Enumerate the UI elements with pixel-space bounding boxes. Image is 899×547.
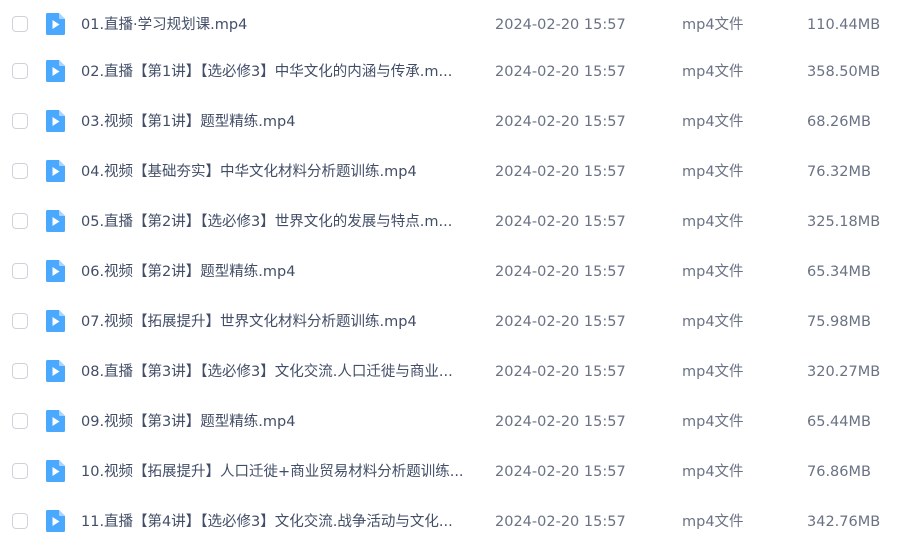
file-name[interactable]: 07.视频【拓展提升】世界文化材料分析题训练.mp4 bbox=[81, 297, 481, 347]
file-date: 2024-02-20 15:57 bbox=[495, 114, 626, 130]
file-date: 2024-02-20 15:57 bbox=[495, 364, 626, 380]
file-name[interactable]: 09.视频【第3讲】题型精练.mp4 bbox=[81, 397, 481, 447]
video-file-icon bbox=[43, 12, 67, 36]
file-size: 76.86MB bbox=[807, 464, 871, 480]
file-name[interactable]: 06.视频【第2讲】题型精练.mp4 bbox=[81, 247, 481, 297]
file-size: 325.18MB bbox=[807, 214, 881, 230]
file-row[interactable]: 07.视频【拓展提升】世界文化材料分析题训练.mp4 2024-02-20 15… bbox=[0, 297, 899, 347]
file-date: 2024-02-20 15:57 bbox=[495, 17, 626, 33]
file-type: mp4文件 bbox=[682, 17, 744, 33]
file-row[interactable]: 11.直播【第4讲】【选必修3】文化交流.战争活动与文化... 2024-02-… bbox=[0, 497, 899, 547]
video-file-icon bbox=[43, 459, 67, 483]
file-size: 65.34MB bbox=[807, 264, 871, 280]
file-list: 01.直播·学习规划课.mp4 2024-02-20 15:57 mp4文件 1… bbox=[0, 0, 899, 546]
file-name[interactable]: 10.视频【拓展提升】人口迁徙+商业贸易材料分析题训练... bbox=[81, 447, 481, 497]
file-date: 2024-02-20 15:57 bbox=[495, 64, 626, 80]
file-date: 2024-02-20 15:57 bbox=[495, 414, 626, 430]
file-size: 65.44MB bbox=[807, 414, 871, 430]
file-size: 342.76MB bbox=[807, 514, 881, 530]
video-file-icon bbox=[43, 209, 67, 233]
file-row[interactable]: 08.直播【第3讲】【选必修3】文化交流.人口迁徙与商业... 2024-02-… bbox=[0, 347, 899, 397]
file-type: mp4文件 bbox=[682, 264, 744, 280]
file-row[interactable]: 03.视频【第1讲】题型精练.mp4 2024-02-20 15:57 mp4文… bbox=[0, 97, 899, 147]
file-type: mp4文件 bbox=[682, 464, 744, 480]
file-row[interactable]: 05.直播【第2讲】【选必修3】世界文化的发展与特点.m... 2024-02-… bbox=[0, 197, 899, 247]
file-date: 2024-02-20 15:57 bbox=[495, 464, 626, 480]
file-name[interactable]: 04.视频【基础夯实】中华文化材料分析题训练.mp4 bbox=[81, 147, 481, 197]
file-name[interactable]: 01.直播·学习规划课.mp4 bbox=[81, 0, 481, 50]
row-checkbox[interactable] bbox=[12, 163, 28, 179]
file-type: mp4文件 bbox=[682, 514, 744, 530]
video-file-icon bbox=[43, 159, 67, 183]
file-row[interactable]: 02.直播【第1讲】【选必修3】中华文化的内涵与传承.m... 2024-02-… bbox=[0, 47, 899, 97]
row-checkbox[interactable] bbox=[12, 213, 28, 229]
file-date: 2024-02-20 15:57 bbox=[495, 514, 626, 530]
video-file-icon bbox=[43, 109, 67, 133]
row-checkbox[interactable] bbox=[12, 263, 28, 279]
file-type: mp4文件 bbox=[682, 64, 744, 80]
row-checkbox[interactable] bbox=[12, 363, 28, 379]
file-size: 110.44MB bbox=[807, 17, 881, 33]
row-checkbox[interactable] bbox=[12, 413, 28, 429]
row-checkbox[interactable] bbox=[12, 463, 28, 479]
video-file-icon bbox=[43, 359, 67, 383]
file-type: mp4文件 bbox=[682, 114, 744, 130]
video-file-icon bbox=[43, 59, 67, 83]
row-checkbox[interactable] bbox=[12, 513, 28, 529]
video-file-icon bbox=[43, 409, 67, 433]
file-name[interactable]: 11.直播【第4讲】【选必修3】文化交流.战争活动与文化... bbox=[81, 497, 481, 547]
video-file-icon bbox=[43, 309, 67, 333]
file-size: 358.50MB bbox=[807, 64, 881, 80]
row-checkbox[interactable] bbox=[12, 16, 28, 32]
file-row[interactable]: 09.视频【第3讲】题型精练.mp4 2024-02-20 15:57 mp4文… bbox=[0, 397, 899, 447]
file-date: 2024-02-20 15:57 bbox=[495, 214, 626, 230]
file-row[interactable]: 01.直播·学习规划课.mp4 2024-02-20 15:57 mp4文件 1… bbox=[0, 0, 899, 50]
row-checkbox[interactable] bbox=[12, 63, 28, 79]
file-size: 320.27MB bbox=[807, 364, 881, 380]
file-date: 2024-02-20 15:57 bbox=[495, 264, 626, 280]
file-size: 75.98MB bbox=[807, 314, 871, 330]
file-row[interactable]: 04.视频【基础夯实】中华文化材料分析题训练.mp4 2024-02-20 15… bbox=[0, 147, 899, 197]
file-name[interactable]: 03.视频【第1讲】题型精练.mp4 bbox=[81, 97, 481, 147]
file-type: mp4文件 bbox=[682, 414, 744, 430]
file-size: 68.26MB bbox=[807, 114, 871, 130]
file-type: mp4文件 bbox=[682, 164, 744, 180]
file-row[interactable]: 06.视频【第2讲】题型精练.mp4 2024-02-20 15:57 mp4文… bbox=[0, 247, 899, 297]
file-type: mp4文件 bbox=[682, 214, 744, 230]
file-name[interactable]: 08.直播【第3讲】【选必修3】文化交流.人口迁徙与商业... bbox=[81, 347, 481, 397]
video-file-icon bbox=[43, 509, 67, 533]
file-date: 2024-02-20 15:57 bbox=[495, 314, 626, 330]
video-file-icon bbox=[43, 259, 67, 283]
file-row[interactable]: 10.视频【拓展提升】人口迁徙+商业贸易材料分析题训练... 2024-02-2… bbox=[0, 447, 899, 497]
file-name[interactable]: 02.直播【第1讲】【选必修3】中华文化的内涵与传承.m... bbox=[81, 47, 481, 97]
file-name[interactable]: 05.直播【第2讲】【选必修3】世界文化的发展与特点.m... bbox=[81, 197, 481, 247]
file-date: 2024-02-20 15:57 bbox=[495, 164, 626, 180]
file-type: mp4文件 bbox=[682, 314, 744, 330]
row-checkbox[interactable] bbox=[12, 313, 28, 329]
file-size: 76.32MB bbox=[807, 164, 871, 180]
row-checkbox[interactable] bbox=[12, 113, 28, 129]
file-type: mp4文件 bbox=[682, 364, 744, 380]
